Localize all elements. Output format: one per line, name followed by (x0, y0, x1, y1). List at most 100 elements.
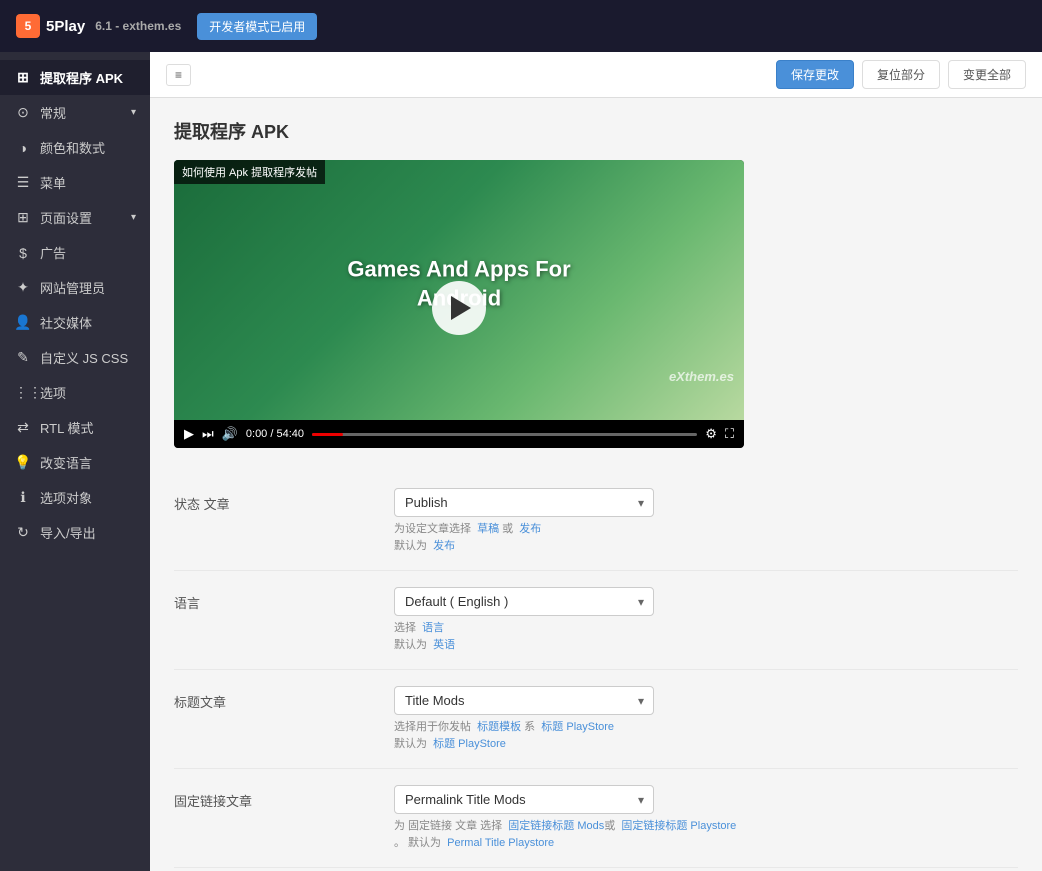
sidebar-options-label: 选项 (40, 383, 66, 402)
sidebar-item-ads[interactable]: $ 广告 (0, 235, 150, 270)
permalink-control: Permalink Title Mods Permal Title Playst… (394, 785, 1018, 851)
language-default[interactable]: 英语 (433, 639, 455, 651)
site-info: 6.1 - exthem.es (95, 19, 181, 33)
code-icon: ✎ (14, 349, 32, 366)
title-link-playstore[interactable]: 标题 PlayStore (541, 721, 614, 733)
language-icon: 💡 (14, 454, 32, 471)
fullscreen-button[interactable]: ⛶ (725, 426, 734, 442)
page-title: 提取程序 APK (174, 118, 1018, 144)
title-control: Title Mods Title PlayStore 选择用于你发帖 标题模板 … (394, 686, 1018, 752)
chevron-down-icon-2: ▾ (131, 212, 136, 223)
sidebar-general-label: 常规 (40, 103, 66, 122)
page-settings-icon: ⊞ (14, 209, 32, 226)
sidebar-rtl-label: RTL 模式 (40, 418, 93, 437)
content-area: ≡ 保存更改 复位部分 变更全部 提取程序 APK 如何使用 Apk 提取程序发… (150, 52, 1042, 871)
sidebar-item-page-settings[interactable]: ⊞ 页面设置 ▾ (0, 200, 150, 235)
chevron-down-icon: ▾ (131, 107, 136, 118)
video-container: 如何使用 Apk 提取程序发帖 Games And Apps For Andro… (174, 160, 744, 448)
general-icon: ⊙ (14, 104, 32, 121)
sidebar-item-rtl[interactable]: ⇄ RTL 模式 (0, 410, 150, 445)
sidebar-colors-label: 颜色和数式 (40, 138, 105, 157)
permalink-default[interactable]: Permal Title Playstore (447, 837, 554, 849)
language-desc: 选择 语言 默认为 英语 (394, 620, 1018, 653)
social-icon: 👤 (14, 314, 32, 331)
title-setting-row: 标题文章 Title Mods Title PlayStore 选择用于你发帖 … (174, 670, 1018, 769)
video-label: 如何使用 Apk 提取程序发帖 (174, 160, 325, 184)
video-controls: ▶ ⏭ 🔊 0:00 / 54:40 ⚙ ⛶ (174, 420, 744, 448)
title-link-format[interactable]: 标题模板 (477, 721, 521, 733)
sidebar-options-obj-label: 选项对象 (40, 488, 92, 507)
ads-icon: $ (14, 245, 32, 261)
status-link-publish[interactable]: 发布 (519, 523, 541, 535)
video-text-line1: Games And Apps For (347, 256, 570, 285)
import-export-icon: ↻ (14, 524, 32, 541)
logo-icon: 5 (16, 14, 40, 38)
main-layout: ⊞ 提取程序 APK ⊙ 常规 ▾ ◑ 颜色和数式 ☰ 菜单 ⊞ 页面设置 ▾ … (0, 52, 1042, 871)
sidebar-item-options-obj[interactable]: ℹ 选项对象 (0, 480, 150, 515)
permalink-desc: 为 固定链接 文章 选择 固定链接标题 Mods或 固定链接标题 Playsto… (394, 818, 1018, 851)
title-select[interactable]: Title Mods Title PlayStore (394, 686, 654, 715)
top-header: 5 5Play 6.1 - exthem.es 开发者模式已启用 (0, 0, 1042, 52)
progress-bar[interactable] (312, 433, 697, 436)
status-select-wrapper: Publish Draft Private (394, 488, 654, 517)
reset-partial-button[interactable]: 复位部分 (862, 60, 940, 89)
permalink-link-playstore[interactable]: 固定链接标题 Playstore (621, 820, 736, 832)
title-select-wrapper: Title Mods Title PlayStore (394, 686, 654, 715)
status-default[interactable]: 发布 (433, 540, 455, 552)
settings-button[interactable]: ⚙ (705, 426, 717, 442)
play-button[interactable] (432, 281, 486, 335)
sidebar-page-settings-label: 页面设置 (40, 208, 92, 227)
title-desc: 选择用于你发帖 标题模板 系 标题 PlayStore 默认为 标题 PlayS… (394, 719, 1018, 752)
apk-icon: ⊞ (14, 69, 32, 86)
sidebar-item-colors[interactable]: ◑ 颜色和数式 (0, 130, 150, 165)
permalink-select[interactable]: Permalink Title Mods Permal Title Playst… (394, 785, 654, 814)
play-triangle-icon (451, 296, 471, 320)
sidebar-item-menu[interactable]: ☰ 菜单 (0, 165, 150, 200)
volume-button[interactable]: 🔊 (222, 426, 238, 442)
sidebar-item-options[interactable]: ⋮⋮ 选项 (0, 375, 150, 410)
language-select[interactable]: Default ( English ) 中文 (394, 587, 654, 616)
page-content: 提取程序 APK 如何使用 Apk 提取程序发帖 Games And Apps … (150, 98, 1042, 871)
sidebar-item-language[interactable]: 💡 改变语言 (0, 445, 150, 480)
video-watermark: eXthem.es (669, 369, 734, 384)
logo-text: 5Play (46, 18, 85, 35)
sidebar-menu-label: 菜单 (40, 173, 66, 192)
status-control: Publish Draft Private 为设定文章选择 草稿 或 发布 默认… (394, 488, 1018, 554)
save-changes-button[interactable]: 保存更改 (776, 60, 854, 89)
permalink-link-mods[interactable]: 固定链接标题 Mods (508, 820, 604, 832)
sidebar-import-export-label: 导入/导出 (40, 523, 96, 542)
play-pause-button[interactable]: ▶ (184, 426, 194, 442)
sidebar-item-social[interactable]: 👤 社交媒体 (0, 305, 150, 340)
language-control: Default ( English ) 中文 选择 语言 默认为 英语 (394, 587, 1018, 653)
reset-all-button[interactable]: 变更全部 (948, 60, 1026, 89)
language-select-wrapper: Default ( English ) 中文 (394, 587, 654, 616)
sidebar-item-webmaster[interactable]: ✦ 网站管理员 (0, 270, 150, 305)
sidebar-item-general[interactable]: ⊙ 常规 ▾ (0, 95, 150, 130)
status-link-draft[interactable]: 草稿 (477, 523, 499, 535)
dev-mode-button[interactable]: 开发者模式已启用 (197, 13, 317, 40)
title-label: 标题文章 (174, 686, 374, 711)
webmaster-icon: ✦ (14, 279, 32, 296)
menu-icon: ☰ (14, 174, 32, 191)
skip-button[interactable]: ⏭ (202, 426, 214, 442)
sidebar-top-label: 提取程序 APK (40, 68, 123, 87)
sidebar-item-import-export[interactable]: ↻ 导入/导出 (0, 515, 150, 550)
list-view-button[interactable]: ≡ (166, 64, 191, 86)
sidebar-item-top[interactable]: ⊞ 提取程序 APK (0, 60, 150, 95)
status-select[interactable]: Publish Draft Private (394, 488, 654, 517)
sidebar-ads-label: 广告 (40, 243, 66, 262)
info-icon: ℹ (14, 489, 32, 506)
status-desc: 为设定文章选择 草稿 或 发布 默认为 发布 (394, 521, 1018, 554)
language-label: 语言 (174, 587, 374, 612)
title-default[interactable]: 标题 PlayStore (433, 738, 506, 750)
sidebar-item-custom-js[interactable]: ✎ 自定义 JS CSS (0, 340, 150, 375)
progress-fill (312, 433, 343, 436)
permalink-label: 固定链接文章 (174, 785, 374, 810)
color-icon: ◑ (14, 140, 32, 156)
permalink-setting-row: 固定链接文章 Permalink Title Mods Permal Title… (174, 769, 1018, 868)
language-link[interactable]: 语言 (422, 622, 444, 634)
sidebar-custom-js-label: 自定义 JS CSS (40, 348, 128, 367)
video-thumbnail: Games And Apps For Android eXthem.es (174, 160, 744, 420)
language-setting-row: 语言 Default ( English ) 中文 选择 语言 默认为 英语 (174, 571, 1018, 670)
logo: 5 5Play 6.1 - exthem.es (16, 14, 181, 38)
